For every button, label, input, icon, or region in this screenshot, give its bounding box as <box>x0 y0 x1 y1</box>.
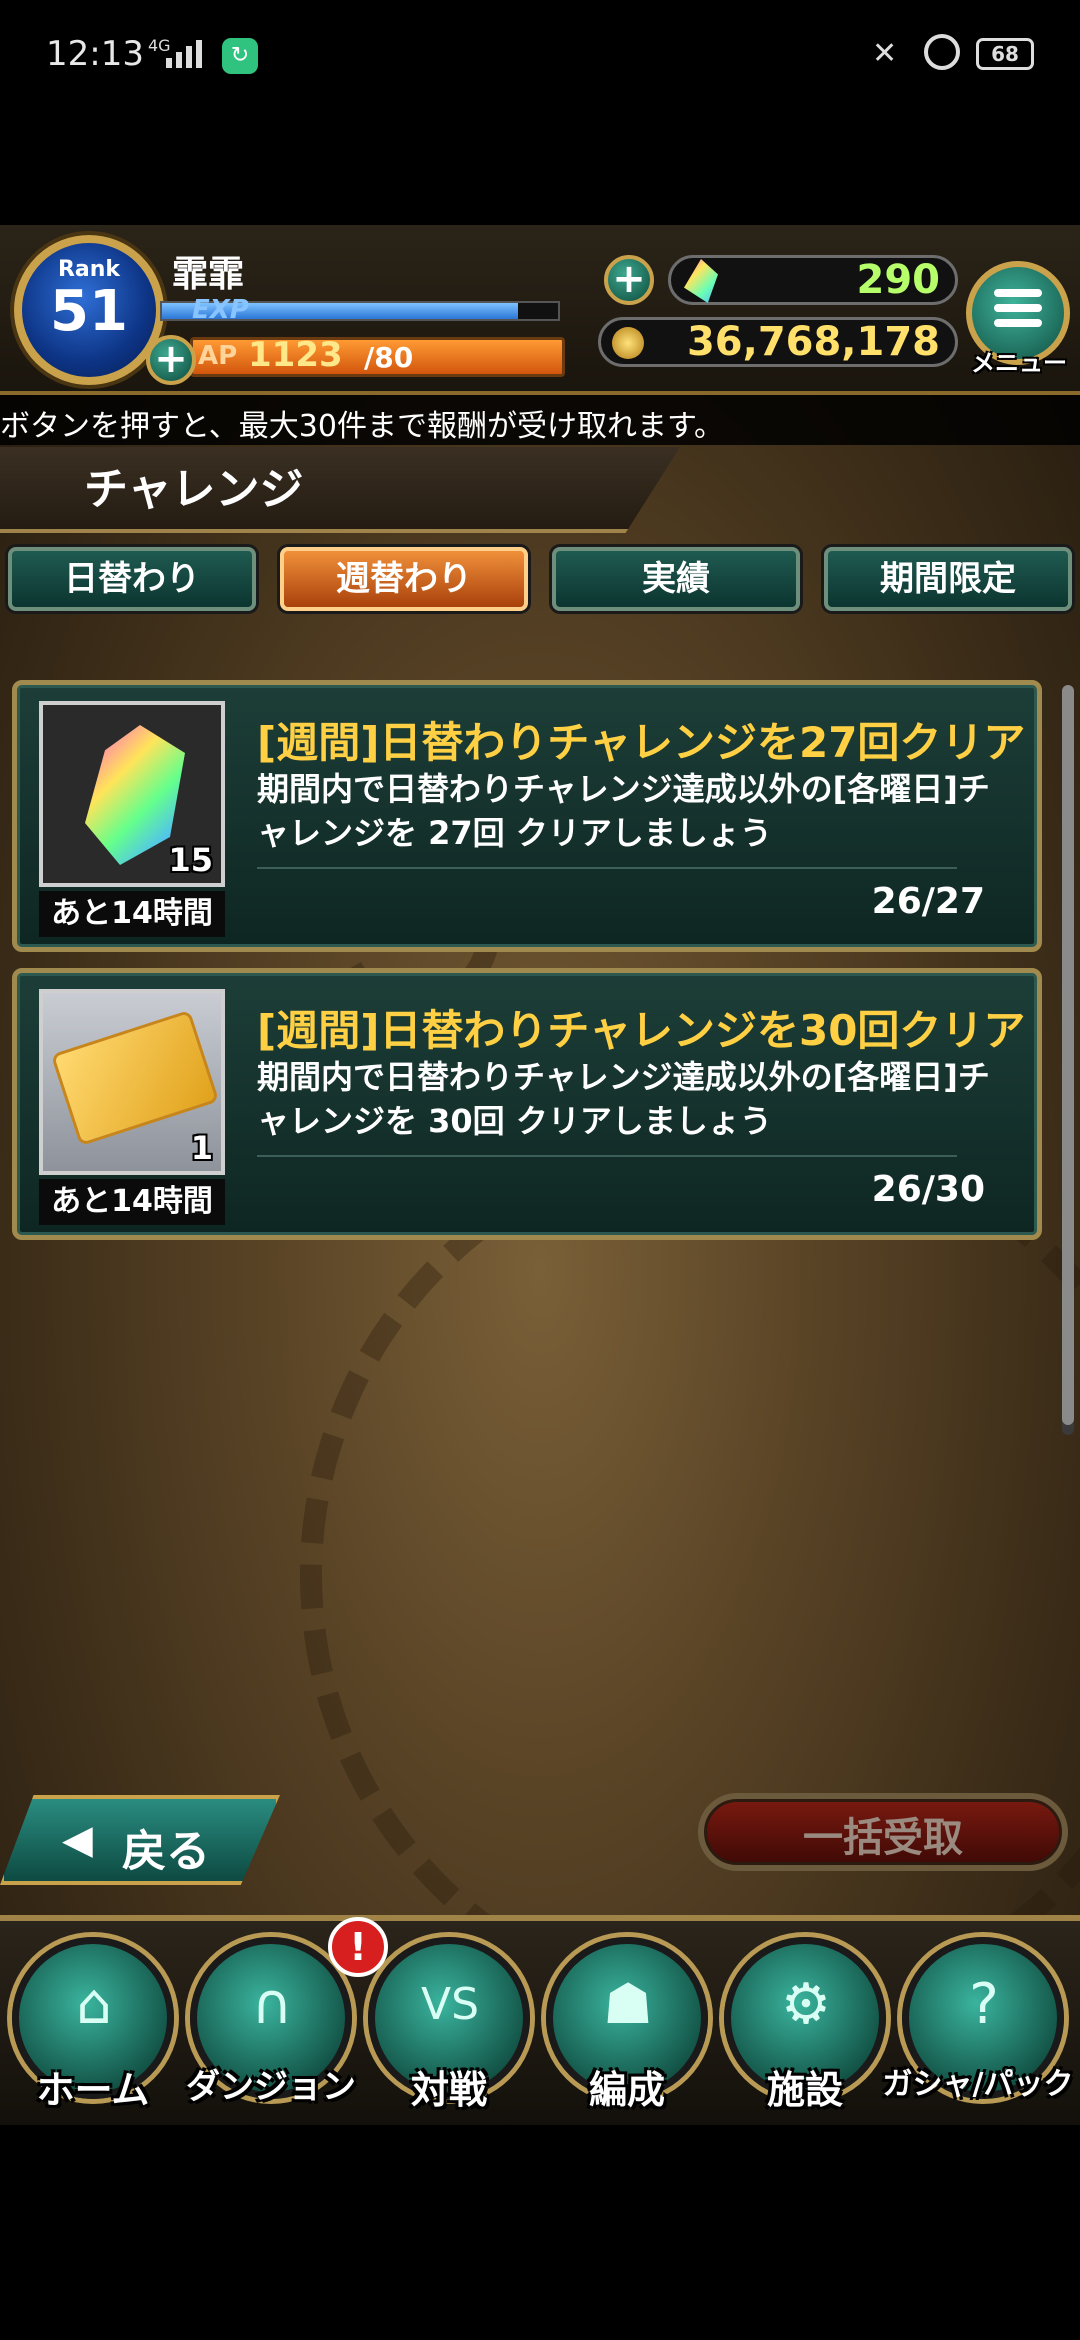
nav-gacha-label[interactable]: ガシャ/パック <box>878 2059 1078 2103</box>
versus-icon: VS <box>420 1979 480 2030</box>
mission-card[interactable]: 1 あと14時間 [週間]日替わりチャレンジを30回クリア 期間内で日替わりチャ… <box>12 968 1042 1240</box>
scrollbar[interactable] <box>1062 685 1074 1435</box>
mission-title: [週間]日替わりチャレンジを27回クリア <box>257 718 1026 767</box>
tab-achievements[interactable]: 実績 <box>552 547 800 611</box>
gacha-icon: ? <box>969 1972 999 2037</box>
exp-label: EXP <box>192 295 249 325</box>
ap-current: 1123 <box>248 335 343 375</box>
reward-item: 15 <box>39 701 225 887</box>
mission-progress: 26/27 <box>871 881 985 922</box>
menu-label[interactable]: メニュー <box>964 343 1074 378</box>
tab-limited[interactable]: 期間限定 <box>824 547 1072 611</box>
team-icon: ☗ <box>602 1972 654 2037</box>
player-name: 霏霏 <box>172 254 245 295</box>
app-notification-icon: ↻ <box>222 38 258 74</box>
gem-value: 290 <box>856 257 941 303</box>
status-time: 12:13 <box>46 34 144 74</box>
dungeon-alert-badge: ! <box>328 1917 388 1977</box>
nav-battle-label[interactable]: 対戦 <box>349 2059 549 2114</box>
reward-count: 15 <box>168 841 213 879</box>
rank-number: 51 <box>50 279 128 344</box>
mission-description: 期間内で日替わりチャレンジ達成以外の[各曜日]チャレンジを 27回 クリアしまし… <box>257 770 990 852</box>
nav-facility-label[interactable]: 施設 <box>705 2059 905 2114</box>
rank-badge: Rank 51 <box>14 235 164 385</box>
gem-plus-button[interactable]: + <box>604 255 654 305</box>
divider <box>257 867 957 869</box>
reward-item: 1 <box>39 989 225 1175</box>
signal-icon <box>166 38 202 68</box>
tab-weekly[interactable]: 週替わり <box>280 547 528 611</box>
nav-home-label[interactable]: ホーム <box>0 2059 193 2114</box>
tab-daily[interactable]: 日替わり <box>8 547 256 611</box>
reward-count: 1 <box>190 1129 213 1167</box>
scrollbar-thumb[interactable] <box>1062 685 1074 1425</box>
mission-card[interactable]: 15 あと14時間 [週間]日替わりチャレンジを27回クリア 期間内で日替わりチ… <box>12 680 1042 952</box>
page-title: チャレンジ <box>84 464 304 515</box>
notice-ticker: ボタンを押すと、最大30件まで報酬が受け取れます。 <box>0 395 1080 445</box>
bottom-blank-area <box>0 2125 1080 2340</box>
mission-title: [週間]日替わりチャレンジを30回クリア <box>257 1006 1026 1055</box>
ticker-text: ボタンを押すと、最大30件まで報酬が受け取れます。 <box>0 409 724 444</box>
nav-team-label[interactable]: 編成 <box>527 2059 727 2114</box>
coin-value: 36,768,178 <box>686 319 940 365</box>
dungeon-icon: ∩ <box>251 1972 293 2037</box>
status-bar: 12:13 4G ↻ ✕ 68 <box>0 0 1080 110</box>
game-screen: Rank 51 霏霏 EXP AP 1123 /80 + + 290 36,76… <box>0 225 1080 2125</box>
divider <box>257 1155 957 1157</box>
claim-all-label[interactable]: 一括受取 <box>698 1805 1068 1863</box>
ap-plus-button[interactable]: + <box>146 335 196 385</box>
mission-description: 期間内で日替わりチャレンジ達成以外の[各曜日]チャレンジを 30回 クリアしまし… <box>257 1058 990 1140</box>
ap-max: /80 <box>364 341 414 374</box>
time-left: あと14時間 <box>39 1179 225 1225</box>
back-label[interactable]: 戻る <box>122 1815 210 1879</box>
back-arrow-icon[interactable]: ◀ <box>62 1817 93 1863</box>
alarm-icon <box>924 34 960 70</box>
challenge-tabs: 日替わり 週替わり 実績 期間限定 <box>8 547 1072 617</box>
facility-icon: ⚙ <box>780 1972 832 2037</box>
gear-decoration <box>300 1125 1080 2025</box>
nav-dungeon-label[interactable]: ダンジョン <box>171 2059 371 2108</box>
ap-label: AP <box>198 341 238 371</box>
home-icon: ⌂ <box>76 1972 112 2037</box>
mission-progress: 26/30 <box>871 1169 985 1210</box>
mute-icon: ✕ <box>872 36 898 71</box>
player-header: Rank 51 霏霏 EXP AP 1123 /80 + + 290 36,76… <box>0 225 1080 395</box>
coin-icon <box>612 327 644 359</box>
time-left: あと14時間 <box>39 891 225 937</box>
menu-icon <box>994 289 1042 334</box>
battery-icon: 68 <box>976 38 1034 70</box>
